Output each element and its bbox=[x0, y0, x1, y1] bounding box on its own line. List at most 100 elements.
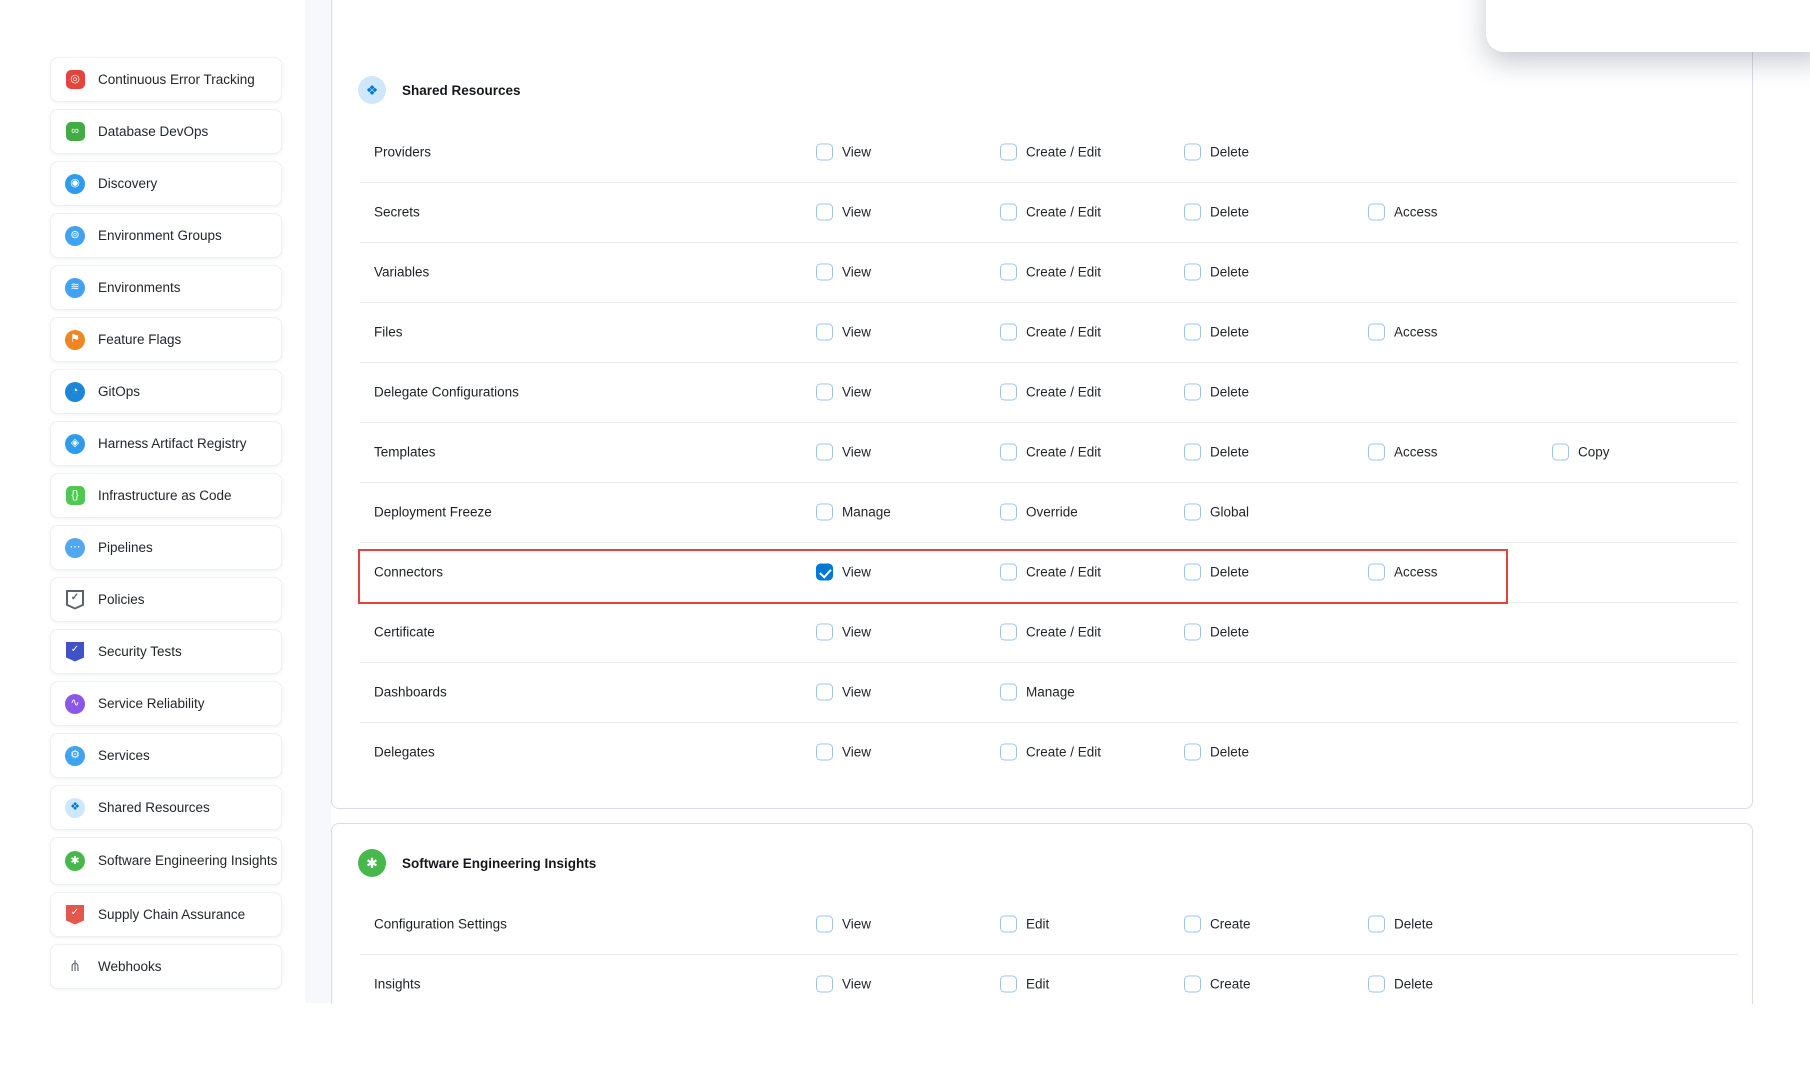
checkbox-unchecked[interactable] bbox=[816, 684, 833, 701]
permission-view[interactable]: View bbox=[816, 324, 871, 341]
permission-create-edit[interactable]: Create / Edit bbox=[1000, 324, 1101, 341]
permission-delete[interactable]: Delete bbox=[1368, 976, 1433, 993]
sidebar-item-services[interactable]: ⚙Services bbox=[50, 733, 282, 778]
checkbox-unchecked[interactable] bbox=[816, 204, 833, 221]
permission-create-edit[interactable]: Create / Edit bbox=[1000, 444, 1101, 461]
sidebar-item-infrastructure-as-code[interactable]: {}Infrastructure as Code bbox=[50, 473, 282, 518]
permission-create[interactable]: Create bbox=[1184, 916, 1251, 933]
checkbox-unchecked[interactable] bbox=[1000, 384, 1017, 401]
checkbox-unchecked[interactable] bbox=[1368, 564, 1385, 581]
permission-view[interactable]: View bbox=[816, 144, 871, 161]
permission-delete[interactable]: Delete bbox=[1184, 624, 1249, 641]
checkbox-unchecked[interactable] bbox=[1184, 624, 1201, 641]
permission-manage[interactable]: Manage bbox=[1000, 684, 1075, 701]
sidebar-item-gitops[interactable]: ◔GitOps bbox=[50, 369, 282, 414]
permission-manage[interactable]: Manage bbox=[816, 504, 891, 521]
sidebar-item-database-devops[interactable]: ∞Database DevOps bbox=[50, 109, 282, 154]
checkbox-unchecked[interactable] bbox=[816, 264, 833, 281]
sidebar-item-webhooks[interactable]: ⋔Webhooks bbox=[50, 944, 282, 989]
permission-view[interactable]: View bbox=[816, 684, 871, 701]
checkbox-unchecked[interactable] bbox=[816, 744, 833, 761]
sidebar-item-environments[interactable]: ≋Environments bbox=[50, 265, 282, 310]
sidebar-item-security-tests[interactable]: ✓Security Tests bbox=[50, 629, 282, 674]
permission-delete[interactable]: Delete bbox=[1184, 264, 1249, 281]
checkbox-unchecked[interactable] bbox=[816, 504, 833, 521]
permission-access[interactable]: Access bbox=[1368, 204, 1438, 221]
sidebar-item-discovery[interactable]: ◉Discovery bbox=[50, 161, 282, 206]
checkbox-unchecked[interactable] bbox=[1184, 384, 1201, 401]
permission-access[interactable]: Access bbox=[1368, 324, 1438, 341]
permission-view[interactable]: View bbox=[816, 624, 871, 641]
permission-view[interactable]: View bbox=[816, 204, 871, 221]
permission-delete[interactable]: Delete bbox=[1184, 744, 1249, 761]
permission-view[interactable]: View bbox=[816, 976, 871, 993]
checkbox-unchecked[interactable] bbox=[1000, 564, 1017, 581]
checkbox-unchecked[interactable] bbox=[1552, 444, 1569, 461]
checkbox-unchecked[interactable] bbox=[1184, 324, 1201, 341]
checkbox-unchecked[interactable] bbox=[1184, 916, 1201, 933]
checkbox-unchecked[interactable] bbox=[1000, 684, 1017, 701]
checkbox-checked[interactable] bbox=[816, 564, 833, 581]
checkbox-unchecked[interactable] bbox=[816, 324, 833, 341]
permission-edit[interactable]: Edit bbox=[1000, 916, 1049, 933]
permission-create-edit[interactable]: Create / Edit bbox=[1000, 384, 1101, 401]
permission-edit[interactable]: Edit bbox=[1000, 976, 1049, 993]
sidebar-item-environment-groups[interactable]: ⊚Environment Groups bbox=[50, 213, 282, 258]
permission-global[interactable]: Global bbox=[1184, 504, 1249, 521]
sidebar-item-feature-flags[interactable]: ⚑Feature Flags bbox=[50, 317, 282, 362]
checkbox-unchecked[interactable] bbox=[816, 144, 833, 161]
permission-create-edit[interactable]: Create / Edit bbox=[1000, 564, 1101, 581]
permission-access[interactable]: Access bbox=[1368, 564, 1438, 581]
sidebar-item-harness-artifact-registry[interactable]: ◈Harness Artifact Registry bbox=[50, 421, 282, 466]
permission-create-edit[interactable]: Create / Edit bbox=[1000, 624, 1101, 641]
checkbox-unchecked[interactable] bbox=[1000, 624, 1017, 641]
checkbox-unchecked[interactable] bbox=[1184, 976, 1201, 993]
permission-delete[interactable]: Delete bbox=[1368, 916, 1433, 933]
permission-view[interactable]: View bbox=[816, 564, 871, 581]
permission-delete[interactable]: Delete bbox=[1184, 444, 1249, 461]
permission-view[interactable]: View bbox=[816, 444, 871, 461]
permission-delete[interactable]: Delete bbox=[1184, 324, 1249, 341]
permission-create-edit[interactable]: Create / Edit bbox=[1000, 744, 1101, 761]
checkbox-unchecked[interactable] bbox=[816, 384, 833, 401]
checkbox-unchecked[interactable] bbox=[1000, 744, 1017, 761]
checkbox-unchecked[interactable] bbox=[1184, 144, 1201, 161]
checkbox-unchecked[interactable] bbox=[1368, 324, 1385, 341]
checkbox-unchecked[interactable] bbox=[1000, 504, 1017, 521]
permission-view[interactable]: View bbox=[816, 264, 871, 281]
checkbox-unchecked[interactable] bbox=[816, 624, 833, 641]
checkbox-unchecked[interactable] bbox=[1368, 204, 1385, 221]
permission-view[interactable]: View bbox=[816, 916, 871, 933]
checkbox-unchecked[interactable] bbox=[1184, 564, 1201, 581]
checkbox-unchecked[interactable] bbox=[1000, 264, 1017, 281]
sidebar-item-pipelines[interactable]: ⋯Pipelines bbox=[50, 525, 282, 570]
checkbox-unchecked[interactable] bbox=[1000, 204, 1017, 221]
sidebar-item-software-engineering-insights[interactable]: ✱Software Engineering Insights bbox=[50, 837, 282, 885]
checkbox-unchecked[interactable] bbox=[1000, 444, 1017, 461]
checkbox-unchecked[interactable] bbox=[1000, 976, 1017, 993]
checkbox-unchecked[interactable] bbox=[1368, 976, 1385, 993]
checkbox-unchecked[interactable] bbox=[816, 444, 833, 461]
permission-create-edit[interactable]: Create / Edit bbox=[1000, 264, 1101, 281]
checkbox-unchecked[interactable] bbox=[1184, 444, 1201, 461]
checkbox-unchecked[interactable] bbox=[1000, 916, 1017, 933]
sidebar-item-shared-resources[interactable]: ❖Shared Resources bbox=[50, 785, 282, 830]
checkbox-unchecked[interactable] bbox=[816, 916, 833, 933]
checkbox-unchecked[interactable] bbox=[1368, 916, 1385, 933]
permission-delete[interactable]: Delete bbox=[1184, 384, 1249, 401]
permission-view[interactable]: View bbox=[816, 744, 871, 761]
checkbox-unchecked[interactable] bbox=[816, 976, 833, 993]
checkbox-unchecked[interactable] bbox=[1368, 444, 1385, 461]
permission-access[interactable]: Access bbox=[1368, 444, 1438, 461]
checkbox-unchecked[interactable] bbox=[1184, 264, 1201, 281]
sidebar-item-continuous-error-tracking[interactable]: ◎Continuous Error Tracking bbox=[50, 57, 282, 102]
permission-delete[interactable]: Delete bbox=[1184, 204, 1249, 221]
checkbox-unchecked[interactable] bbox=[1000, 144, 1017, 161]
sidebar-item-service-reliability[interactable]: ∿Service Reliability bbox=[50, 681, 282, 726]
checkbox-unchecked[interactable] bbox=[1184, 504, 1201, 521]
permission-create[interactable]: Create bbox=[1184, 976, 1251, 993]
checkbox-unchecked[interactable] bbox=[1184, 744, 1201, 761]
permission-delete[interactable]: Delete bbox=[1184, 144, 1249, 161]
checkbox-unchecked[interactable] bbox=[1000, 324, 1017, 341]
permission-create-edit[interactable]: Create / Edit bbox=[1000, 144, 1101, 161]
